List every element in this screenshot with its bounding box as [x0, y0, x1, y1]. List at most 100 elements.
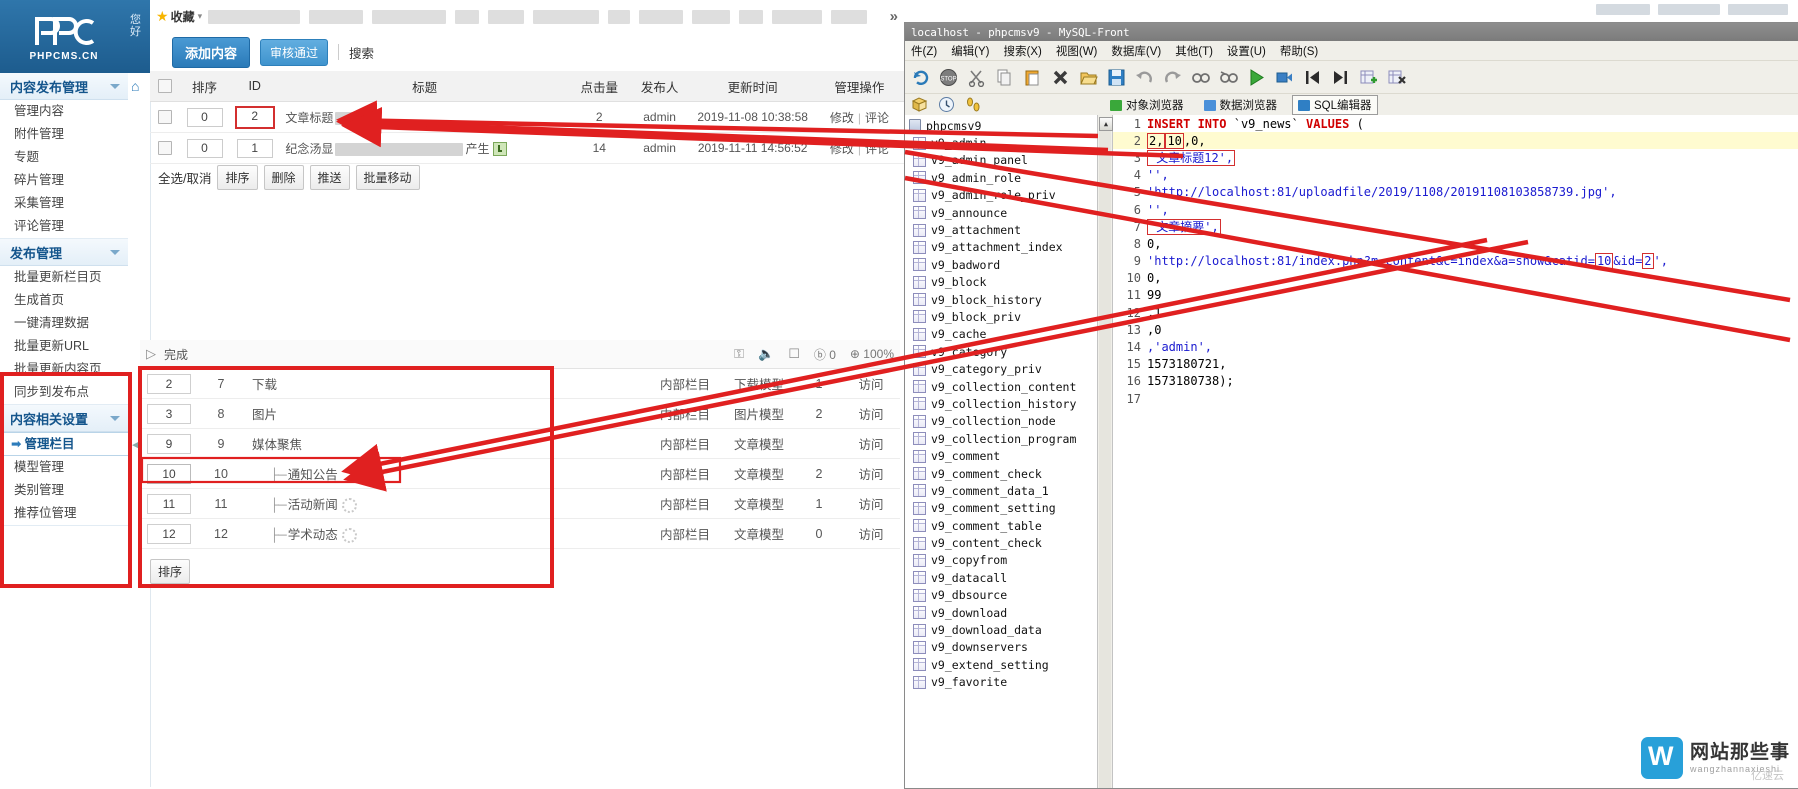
sidebar-item-1-2[interactable]: 一键清理数据	[0, 312, 128, 335]
order-input[interactable]: 0	[186, 138, 223, 158]
column-name-cell[interactable]: 图片	[244, 398, 648, 429]
sidebar-item-0-3[interactable]: 碎片管理	[0, 169, 128, 192]
favorites-label[interactable]: 收藏	[171, 8, 195, 25]
sidebar-item-2-3[interactable]: 推荐位管理	[0, 502, 128, 525]
blurred-favorite-chip[interactable]	[692, 9, 731, 24]
sql-line[interactable]: 10 0,	[1113, 270, 1798, 287]
row-checkbox[interactable]	[157, 141, 172, 156]
sidebar-group-header[interactable]: 内容相关设置	[0, 405, 128, 432]
sidebar-item-0-0[interactable]: 管理内容	[0, 100, 128, 123]
cut-icon[interactable]	[967, 68, 986, 87]
table-list-item[interactable]: v9_admin	[905, 134, 1097, 151]
play-icon[interactable]: ▷	[146, 346, 156, 362]
column-name-cell[interactable]: 媒体聚焦	[244, 428, 648, 459]
sql-line[interactable]: 6 '',	[1113, 201, 1798, 218]
title-cell[interactable]: 纪念汤显 产生	[279, 132, 570, 164]
database-root-node[interactable]: phpcmsv9	[905, 117, 1097, 134]
table-row[interactable]: 2 7 下载 内部栏目 下载模型 1 访问	[140, 369, 900, 399]
table-row[interactable]: 0 2 文章标题 2 admin 2019-11-08 10:38:58 修改 | 评论	[150, 101, 904, 133]
table-row[interactable]: 3 8 图片 内部栏目 图片模型 2 访问	[140, 398, 900, 429]
sidebar-item-0-4[interactable]: 采集管理	[0, 192, 128, 215]
column-order-input[interactable]: 11	[147, 493, 191, 514]
table-list-item[interactable]: v9_admin_role_priv	[905, 187, 1097, 204]
column-visit-link[interactable]: 访问	[842, 398, 900, 429]
table-list-item[interactable]: v9_collection_history	[905, 395, 1097, 412]
table-list-item[interactable]: v9_block	[905, 274, 1097, 291]
operation-link[interactable]: 修改	[830, 142, 854, 156]
sql-line[interactable]: 8 0,	[1113, 235, 1798, 252]
sql-line[interactable]: 11 99	[1113, 287, 1798, 304]
table-list-item[interactable]: v9_downservers	[905, 639, 1097, 656]
footprints-icon[interactable]	[965, 96, 984, 115]
column-visit-link[interactable]: 访问	[842, 428, 900, 459]
run-step-icon[interactable]	[1275, 68, 1294, 87]
batch-button-0[interactable]: 排序	[217, 164, 258, 190]
find-icon[interactable]	[1191, 68, 1210, 87]
table-list-item[interactable]: v9_badword	[905, 256, 1097, 273]
chevron-down-icon[interactable]	[110, 83, 120, 89]
sql-line[interactable]: 5'http://localhost:81/uploadfile/2019/11…	[1113, 184, 1798, 201]
sql-line[interactable]: 3 '文章标题12',	[1113, 149, 1798, 166]
chevron-down-icon[interactable]: ▾	[198, 11, 203, 22]
blurred-favorite-chip[interactable]	[372, 9, 447, 24]
sidebar-item-2-0[interactable]: ➡ 管理栏目	[0, 432, 128, 456]
table-list-item[interactable]: v9_announce	[905, 204, 1097, 221]
title-cell[interactable]: 文章标题	[279, 101, 570, 133]
table-list-item[interactable]: v9_cache	[905, 326, 1097, 343]
gear-icon[interactable]	[341, 528, 357, 544]
table-list-item[interactable]: v9_comment_data_1	[905, 482, 1097, 499]
table-list-item[interactable]: v9_datacall	[905, 569, 1097, 586]
blurred-favorite-chip[interactable]	[208, 9, 301, 24]
column-order-input[interactable]: 3	[147, 403, 191, 424]
save-icon[interactable]	[1107, 68, 1126, 87]
column-order-input[interactable]: 12	[147, 523, 191, 544]
sidebar-item-1-1[interactable]: 生成首页	[0, 289, 128, 312]
tab-2[interactable]: SQL编辑器	[1292, 95, 1378, 115]
sidebar-group-header[interactable]: 内容发布管理	[0, 73, 128, 100]
table-row[interactable]: 9 9 媒体聚焦 内部栏目 文章模型 访问	[140, 428, 900, 459]
table-row[interactable]: 11 11 ├─ 活动新闻 内部栏目 文章模型 1 访问	[140, 488, 900, 519]
table-list-item[interactable]: v9_download_data	[905, 621, 1097, 638]
run-icon[interactable]	[1247, 68, 1266, 87]
column-sort-button[interactable]: 排序	[150, 559, 191, 584]
chevron-down-icon[interactable]	[110, 249, 120, 255]
column-order-input[interactable]: 9	[147, 433, 191, 454]
blurred-favorite-chip[interactable]	[639, 9, 684, 24]
table-row[interactable]: 0 1 纪念汤显 产生 14 admin 2019-11-11 14:56:52 修改 | 评论	[150, 132, 904, 164]
history-clock-icon[interactable]	[938, 96, 957, 115]
table-list-item[interactable]: v9_comment_check	[905, 465, 1097, 482]
sidebar-item-1-4[interactable]: 批量更新内容页	[0, 358, 128, 381]
sql-line[interactable]: 15 1573180721,	[1113, 356, 1798, 373]
copy-icon[interactable]	[995, 68, 1014, 87]
table-list-item[interactable]: v9_extend_setting	[905, 656, 1097, 673]
table-list-item[interactable]: v9_attachment	[905, 221, 1097, 238]
column-name-cell[interactable]: ├─ 通知公告	[244, 458, 648, 489]
operation-link[interactable]: 评论	[865, 111, 889, 125]
sidebar-item-0-2[interactable]: 专题	[0, 146, 128, 169]
sql-editor[interactable]: 1 INSERT INTO `v9_news` VALUES (2 2, 10,0, 3…	[1113, 115, 1798, 788]
column-order-input[interactable]: 2	[147, 373, 191, 394]
table-list-item[interactable]: v9_admin_panel	[905, 152, 1097, 169]
column-name-cell[interactable]: 下载	[244, 369, 648, 399]
column-name-cell[interactable]: ├─ 学术动态	[244, 518, 648, 549]
menu-item-7[interactable]: 帮助(S)	[1280, 43, 1318, 59]
sql-line[interactable]: 4 '',	[1113, 167, 1798, 184]
menu-item-4[interactable]: 数据库(V)	[1111, 43, 1161, 59]
table-list-item[interactable]: v9_block_history	[905, 291, 1097, 308]
sql-line[interactable]: 9'http://localhost:81/index.php?m=conten…	[1113, 253, 1798, 270]
sql-line[interactable]: 13,0	[1113, 321, 1798, 338]
table-list-item[interactable]: v9_download	[905, 604, 1097, 621]
table-list-item[interactable]: v9_comment	[905, 447, 1097, 464]
blurred-favorite-chip[interactable]	[608, 9, 631, 24]
search-link[interactable]: 搜索	[349, 43, 374, 62]
blurred-favorite-chip[interactable]	[739, 9, 764, 24]
table-list-item[interactable]: v9_category_priv	[905, 360, 1097, 377]
shield-icon[interactable]: ⚿	[734, 346, 744, 362]
blurred-favorite-chip[interactable]	[831, 9, 868, 24]
home-icon[interactable]: ⌂	[131, 78, 139, 94]
table-list-item[interactable]: v9_collection_content	[905, 378, 1097, 395]
table-list-item[interactable]: v9_dbsource	[905, 587, 1097, 604]
column-visit-link[interactable]: 访问	[842, 458, 900, 489]
sidebar-item-2-2[interactable]: 类别管理	[0, 479, 128, 502]
batch-button-1[interactable]: 删除	[263, 164, 304, 190]
